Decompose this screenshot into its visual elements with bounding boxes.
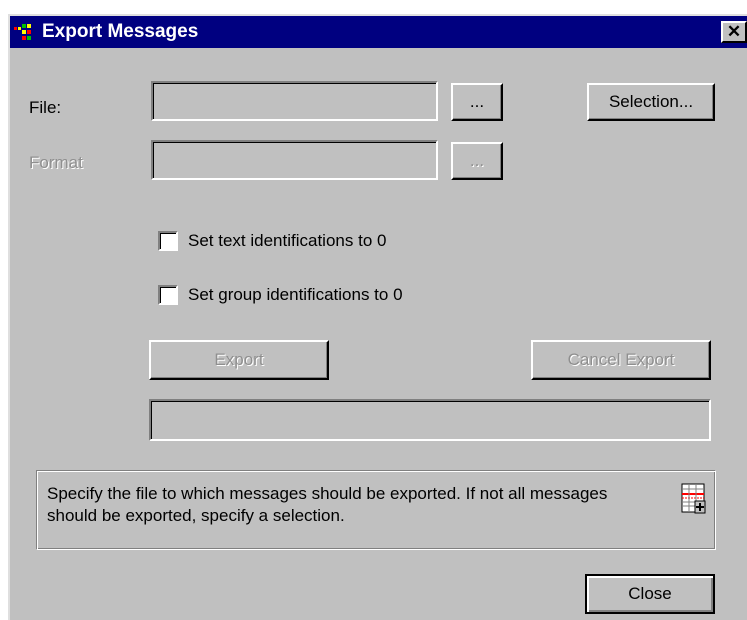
- export-button[interactable]: Export: [149, 340, 329, 380]
- format-input[interactable]: [151, 140, 438, 180]
- file-label: File:: [29, 98, 62, 117]
- close-button[interactable]: Close: [585, 574, 715, 614]
- info-panel: Specify the file to which messages shoul…: [36, 470, 716, 550]
- info-text: Specify the file to which messages shoul…: [47, 484, 608, 525]
- export-messages-dialog: Export Messages ✕ File: ... Selection...…: [8, 14, 747, 620]
- set-text-ids-checkbox[interactable]: [158, 231, 178, 251]
- set-group-ids-label[interactable]: Set group identifications to 0: [188, 285, 403, 305]
- file-browse-button[interactable]: ...: [451, 83, 503, 121]
- app-icon: [14, 24, 31, 40]
- selection-button[interactable]: Selection...: [587, 83, 715, 121]
- set-group-ids-checkbox[interactable]: [158, 285, 178, 305]
- export-progress-field: [149, 399, 711, 441]
- format-browse-button[interactable]: ...: [451, 142, 503, 180]
- close-window-button[interactable]: ✕: [721, 21, 747, 43]
- file-input[interactable]: [151, 81, 438, 121]
- export-table-icon: [681, 483, 706, 514]
- set-text-ids-label[interactable]: Set text identifications to 0: [188, 231, 386, 251]
- window-title: Export Messages: [42, 21, 199, 42]
- cancel-export-button[interactable]: Cancel Export: [531, 340, 711, 380]
- format-label: Format: [29, 153, 83, 172]
- title-bar[interactable]: Export Messages ✕: [10, 16, 747, 48]
